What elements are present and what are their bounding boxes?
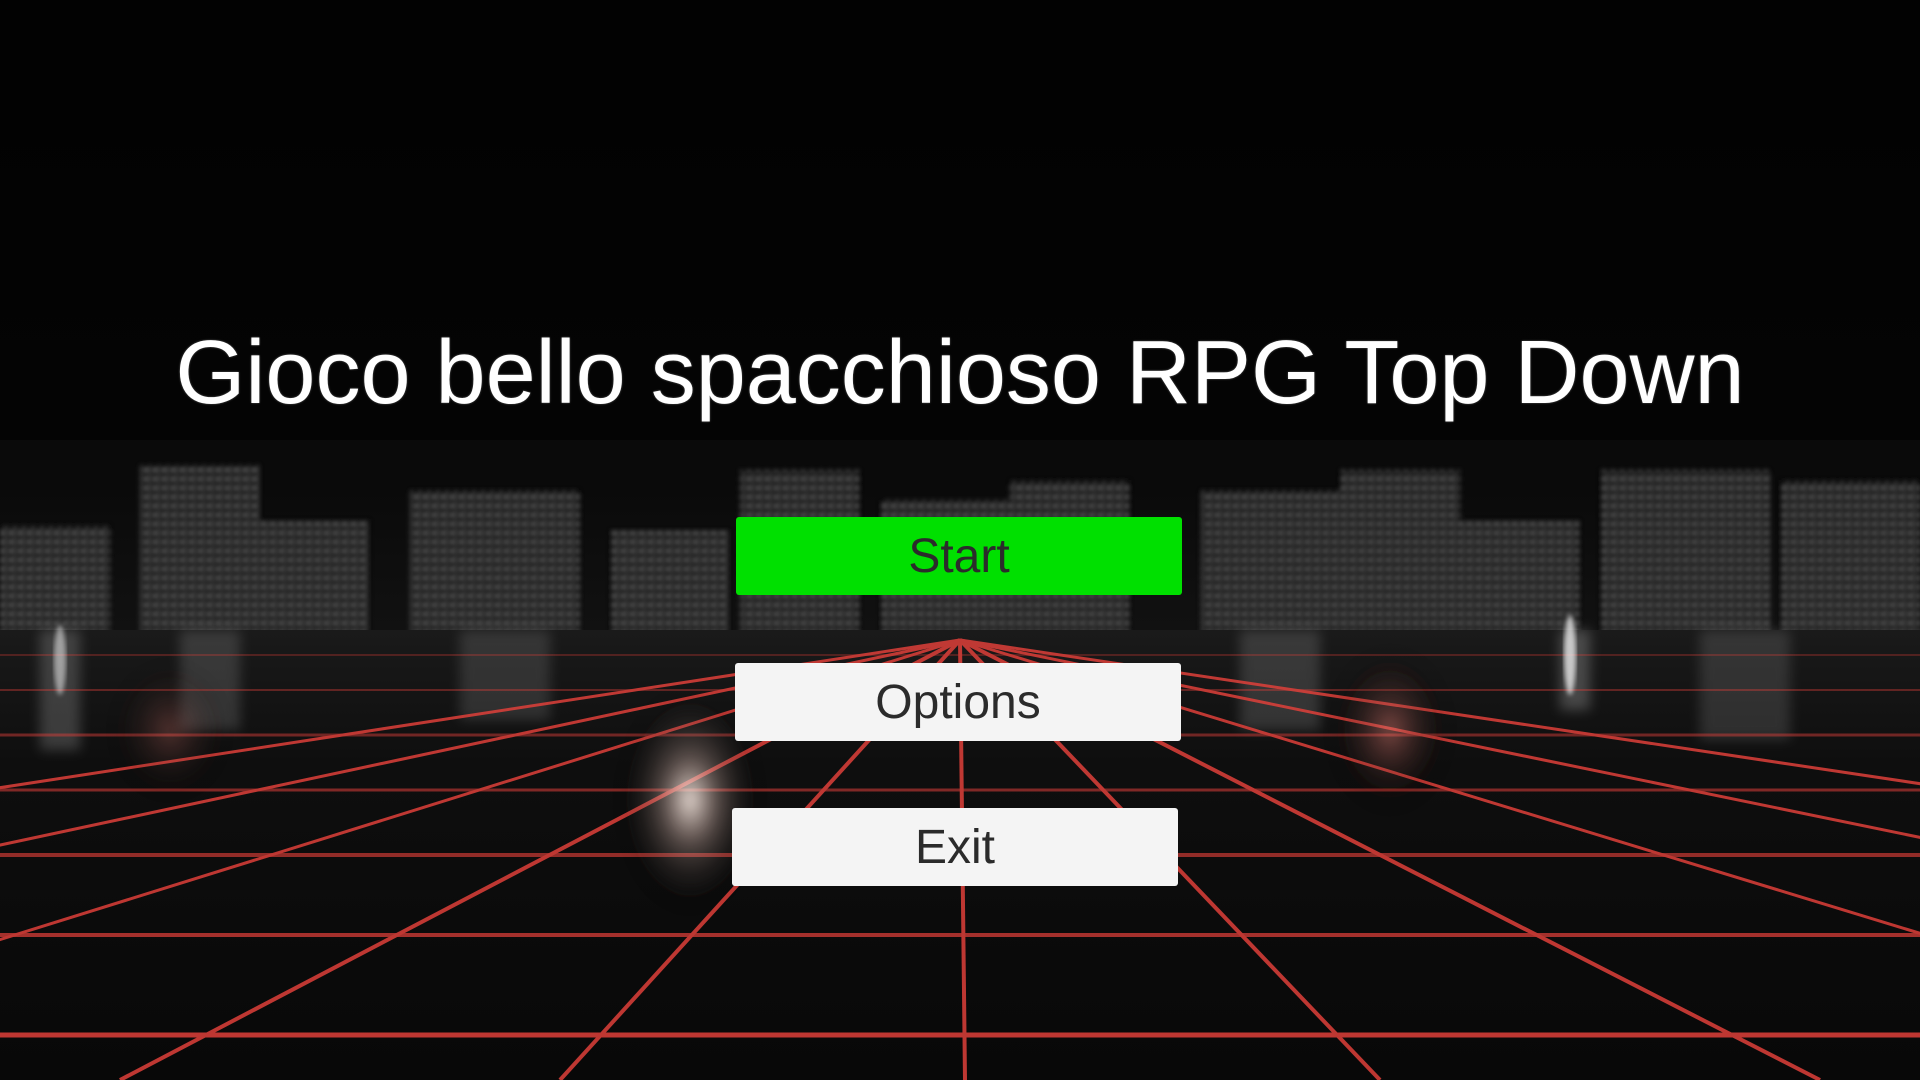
main-menu-screen: Gioco bello spacchioso RPG Top Down Star… xyxy=(0,0,1920,1080)
game-title: Gioco bello spacchioso RPG Top Down xyxy=(175,323,1745,423)
start-button[interactable]: Start xyxy=(736,517,1182,595)
options-button[interactable]: Options xyxy=(735,663,1181,741)
exit-button[interactable]: Exit xyxy=(732,808,1178,886)
